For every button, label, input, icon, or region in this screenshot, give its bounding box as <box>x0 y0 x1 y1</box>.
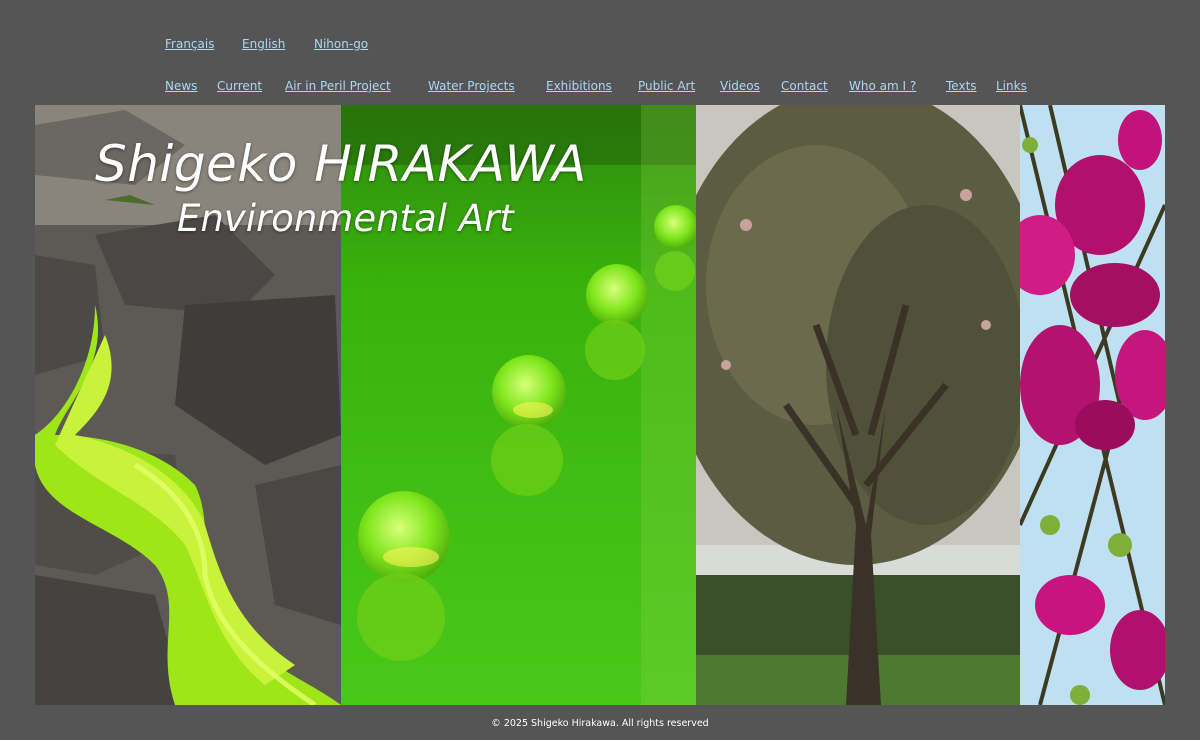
nav-link-videos[interactable]: Videos <box>720 78 760 94</box>
nav-link-water-projects[interactable]: Water Projects <box>428 78 515 94</box>
language-nav: Français English Nihon-go <box>0 36 1200 52</box>
nav-link-contact[interactable]: Contact <box>781 78 828 94</box>
lang-link-nihongo[interactable]: Nihon-go <box>314 36 368 52</box>
tree-photo <box>696 105 1020 705</box>
nav-link-who-am-i[interactable]: Who am I ? <box>849 78 916 94</box>
lang-link-francais[interactable]: Français <box>165 36 214 52</box>
nav-link-exhibitions[interactable]: Exhibitions <box>546 78 612 94</box>
nav-link-news[interactable]: News <box>165 78 197 94</box>
green-spheres-photo <box>341 105 696 705</box>
lang-link-english[interactable]: English <box>242 36 285 52</box>
nav-link-public-art[interactable]: Public Art <box>638 78 695 94</box>
copyright-text: © 2025 Shigeko Hirakawa. All rights rese… <box>491 718 709 729</box>
nav-link-texts[interactable]: Texts <box>946 78 977 94</box>
rock-stream-photo <box>35 105 341 705</box>
nav-link-current[interactable]: Current <box>217 78 262 94</box>
banner-image: Shigeko HIRAKAWA Environmental Art <box>35 105 1165 705</box>
site-subtitle: Environmental Art <box>177 197 514 240</box>
main-nav: News Current Air in Peril Project Water … <box>0 78 1200 94</box>
nav-link-air-in-peril[interactable]: Air in Peril Project <box>285 78 391 94</box>
site-title: Shigeko HIRAKAWA <box>95 135 587 193</box>
magenta-discs-photo <box>1020 105 1165 705</box>
nav-link-links[interactable]: Links <box>996 78 1027 94</box>
